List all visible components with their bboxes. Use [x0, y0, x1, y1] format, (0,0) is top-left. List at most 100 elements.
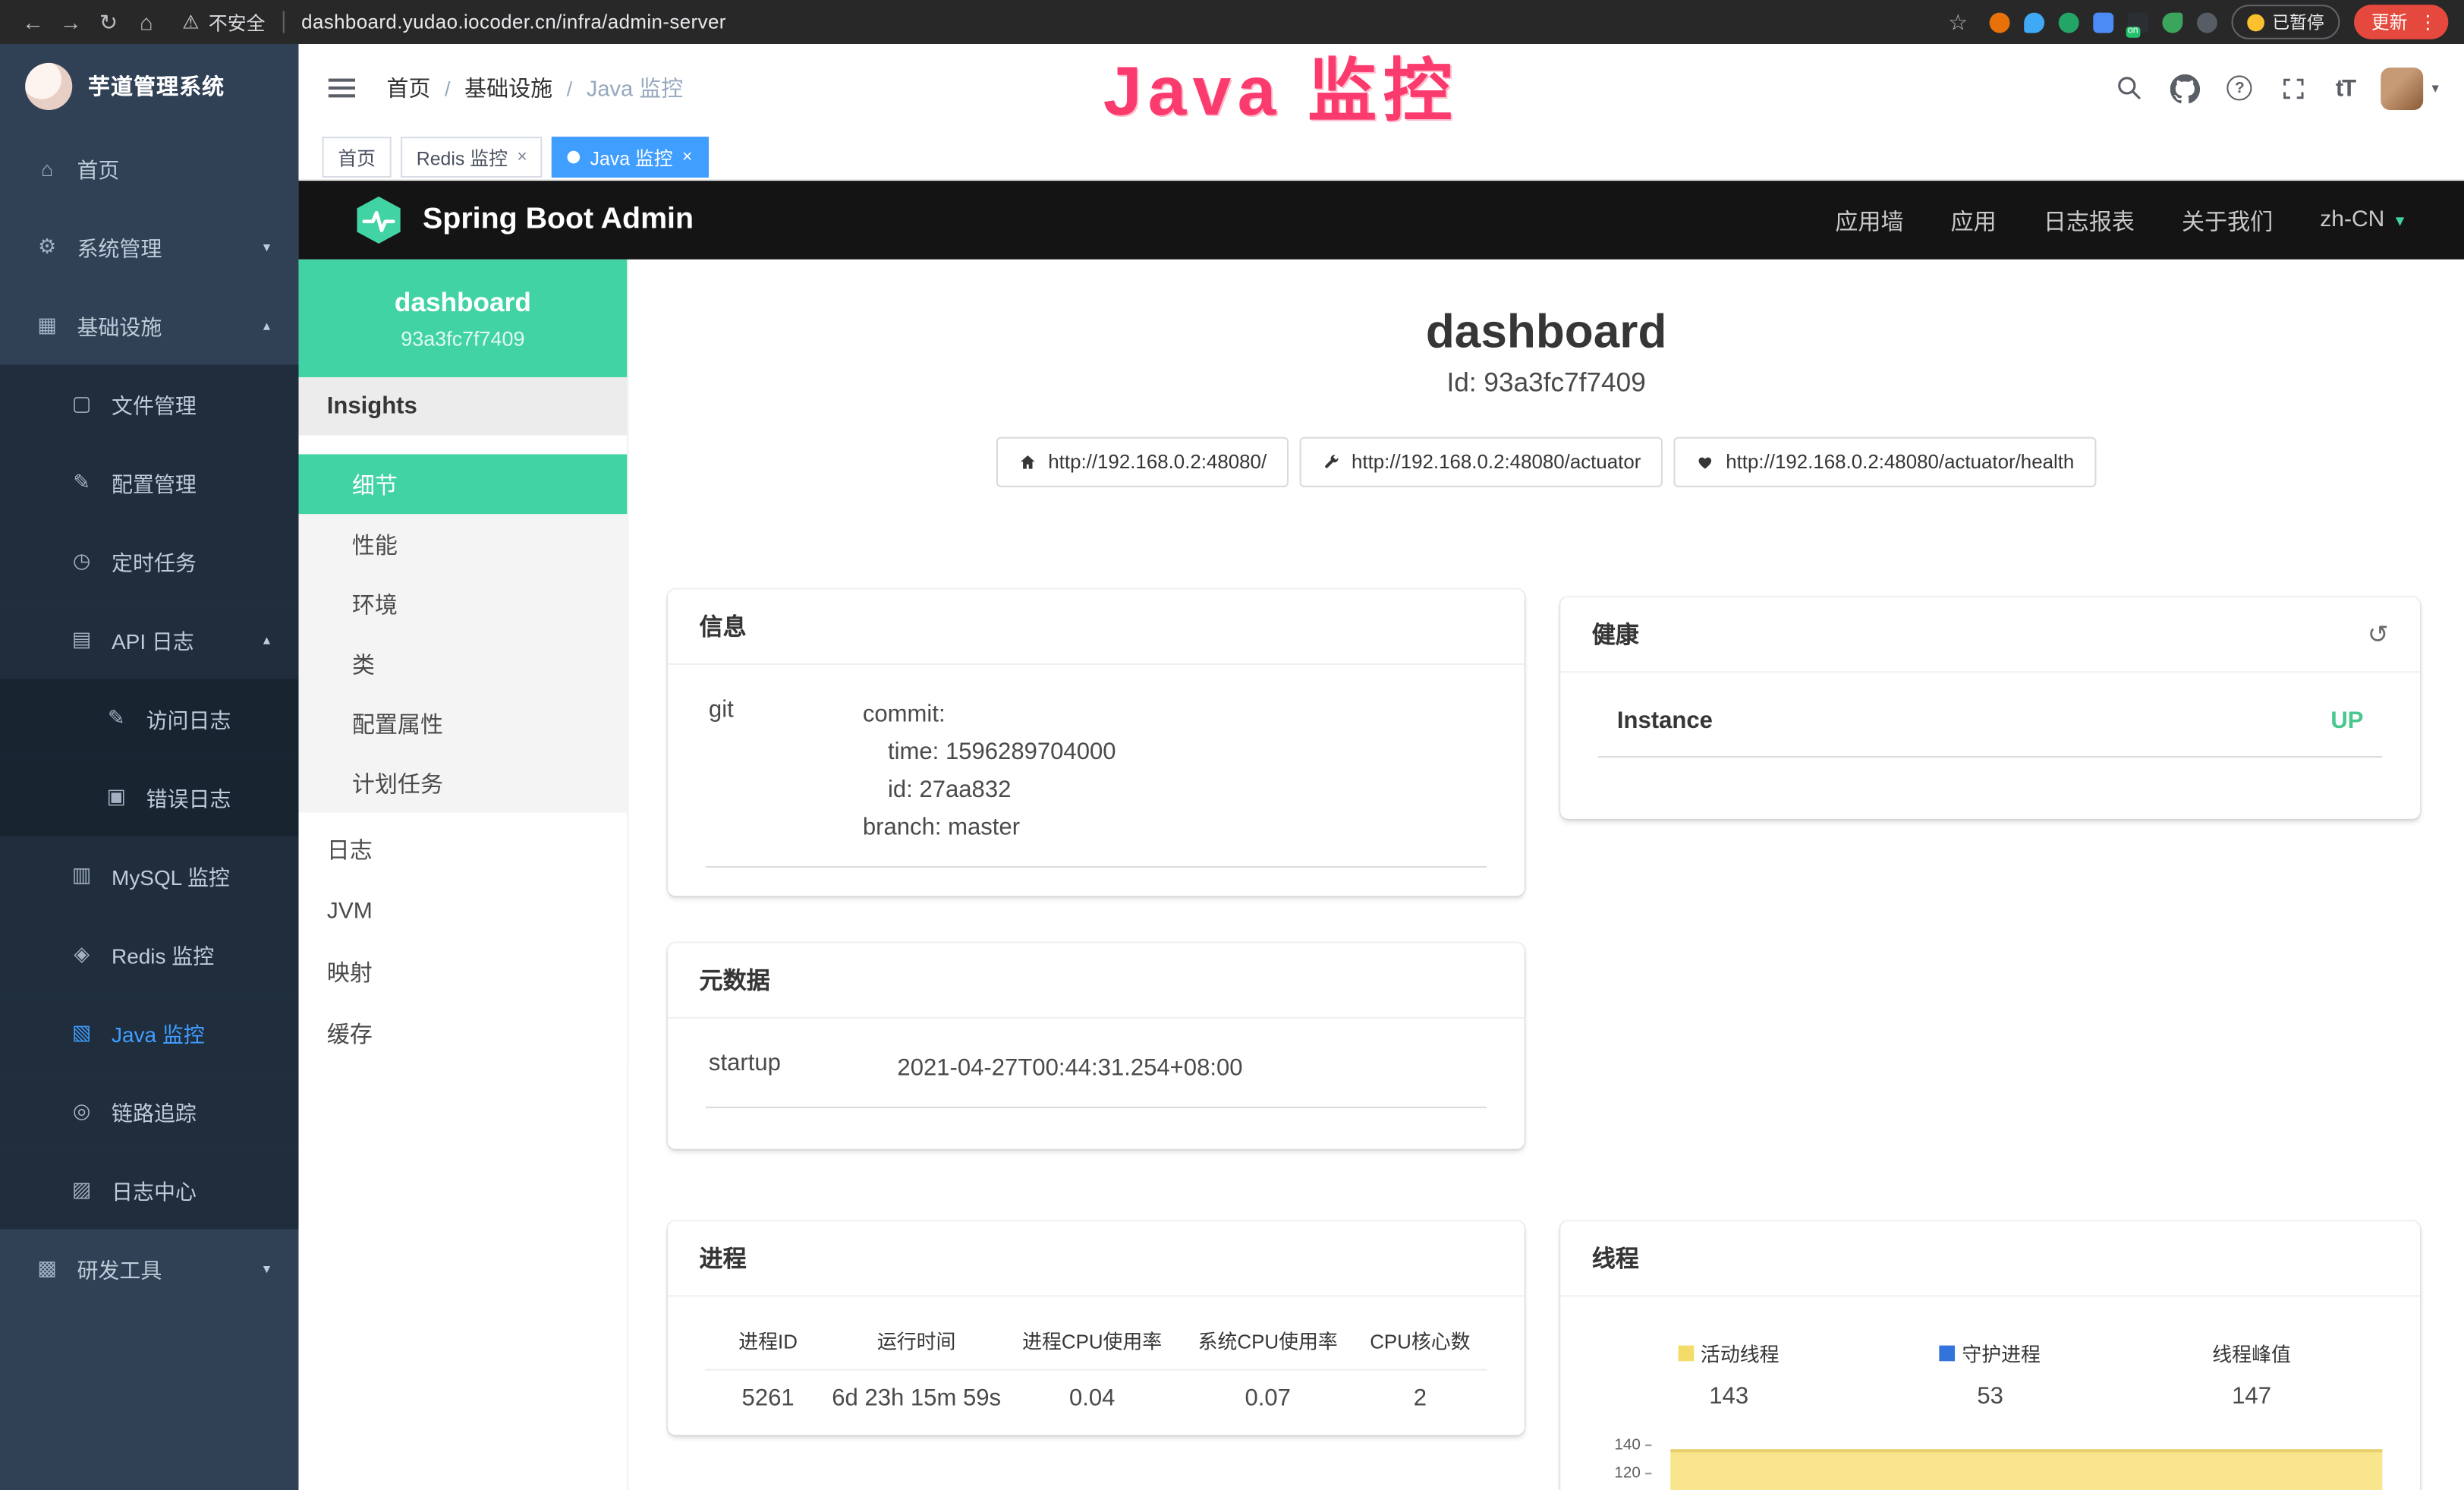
history-icon[interactable]: ↺: [2368, 619, 2389, 650]
paused-label: 已暂停: [2272, 9, 2324, 34]
font-size-icon[interactable]: tT: [2336, 74, 2355, 101]
sidebar-item-infrastructure[interactable]: ▦ 基础设施 ▴: [0, 286, 298, 365]
sidebar-item-file-management[interactable]: ▢ 文件管理: [0, 364, 298, 443]
health-url-button[interactable]: http://192.168.0.2:48080/actuator/health: [1674, 437, 2096, 487]
extension-icon-6[interactable]: [2162, 12, 2182, 33]
forward-icon[interactable]: →: [53, 9, 88, 34]
breadcrumb-home[interactable]: 首页: [386, 72, 430, 103]
sidebar-item-link-tracing[interactable]: ◎ 链路追踪: [0, 1072, 298, 1151]
sba-nav-wallboard[interactable]: 应用墙: [1835, 203, 1903, 236]
process-table: 进程ID 运行时间 进程CPU使用率 系统CPU使用率 CPU核心数 5261 …: [706, 1325, 1487, 1412]
actuator-url-button[interactable]: http://192.168.0.2:48080/actuator: [1300, 437, 1663, 487]
sidebar-item-system-management[interactable]: ⚙ 系统管理 ▾: [0, 207, 298, 286]
fullscreen-icon[interactable]: [2279, 73, 2308, 102]
sidebar-item-mysql-monitor[interactable]: ▥ MySQL 监控: [0, 836, 298, 915]
caret-down-icon: ▾: [2431, 80, 2438, 97]
user-menu[interactable]: ▾: [2381, 67, 2439, 109]
sba-item-jvm[interactable]: JVM: [298, 880, 627, 942]
process-table-header: 进程ID 运行时间 进程CPU使用率 系统CPU使用率 CPU核心数: [706, 1325, 1487, 1371]
sidebar-item-config-management[interactable]: ✎ 配置管理: [0, 443, 298, 522]
menu-kebab-icon[interactable]: ⋮: [2418, 11, 2437, 33]
service-url-button[interactable]: http://192.168.0.2:48080/: [996, 437, 1289, 487]
extension-icon-3[interactable]: [2059, 12, 2079, 33]
col-cpu-cores: CPU核心数: [1354, 1325, 1487, 1355]
git-id-line: id: 27aa832: [863, 772, 1116, 810]
avatar[interactable]: [2381, 67, 2424, 109]
url-text[interactable]: dashboard.yudao.iocoder.cn/infra/admin-s…: [301, 11, 726, 33]
browser-home-icon[interactable]: ⌂: [129, 9, 164, 34]
threads-card-header: 线程: [1560, 1221, 2420, 1296]
health-url: http://192.168.0.2:48080/actuator/health: [1726, 451, 2074, 473]
instance-label: Instance: [1617, 707, 1713, 734]
sidebar-item-access-logs[interactable]: ✎ 访问日志: [0, 679, 298, 758]
git-branch-line: branch: master: [863, 809, 1116, 847]
val-system-cpu: 0.07: [1182, 1384, 1354, 1411]
service-url: http://192.168.0.2:48080/: [1048, 451, 1267, 473]
sba-item-logs[interactable]: 日志: [298, 819, 627, 880]
breadcrumb-infrastructure[interactable]: 基础设施: [464, 72, 552, 103]
legend-daemon-threads: 守护进程 53: [1859, 1337, 2120, 1410]
extension-icon-7[interactable]: [2197, 12, 2217, 33]
legend-value: 143: [1598, 1383, 1859, 1410]
sidebar-item-home[interactable]: ⌂ 首页: [0, 129, 298, 208]
val-cpu-cores: 2: [1354, 1384, 1487, 1411]
paused-badge[interactable]: 已暂停: [2232, 5, 2340, 39]
legend-label: 线程峰值: [2212, 1337, 2291, 1367]
sba-item-details[interactable]: 细节: [298, 454, 627, 514]
sidebar-item-label: 配置管理: [112, 467, 197, 498]
tag-tabs-bar: 首页 Redis 监控 × Java 监控 ×: [298, 132, 2464, 181]
card-title: 元数据: [700, 963, 770, 996]
help-icon[interactable]: ?: [2227, 75, 2252, 100]
sba-item-caches[interactable]: 缓存: [298, 1003, 627, 1064]
col-pid: 进程ID: [706, 1325, 831, 1355]
sba-item-environment[interactable]: 环境: [298, 574, 627, 634]
extension-icon-2[interactable]: [2024, 12, 2044, 33]
sba-item-scheduled-tasks[interactable]: 计划任务: [298, 753, 627, 813]
sba-nav-journal[interactable]: 日志报表: [2044, 203, 2135, 236]
tab-home[interactable]: 首页: [323, 137, 392, 178]
sidebar-item-log-center[interactable]: ▨ 日志中心: [0, 1151, 298, 1230]
sidebar-item-java-monitor[interactable]: ▧ Java 监控: [0, 994, 298, 1073]
sba-main: dashboard Id: 93a3fc7f7409 http://192.16…: [628, 260, 2464, 1490]
sba-sidebar: dashboard 93a3fc7f7409 Insights 细节 性能 环境…: [298, 260, 628, 1490]
close-icon[interactable]: ×: [682, 149, 692, 166]
breadcrumb-current: Java 监控: [587, 72, 683, 103]
sba-nav-applications[interactable]: 应用: [1951, 203, 1997, 236]
sidebar-item-error-logs[interactable]: ▣ 错误日志: [0, 758, 298, 836]
search-icon[interactable]: [2114, 73, 2144, 102]
sidebar-item-label: 错误日志: [146, 781, 231, 812]
access-log-icon: ✎: [104, 706, 129, 731]
language-selector[interactable]: zh-CN ▾: [2320, 207, 2404, 232]
sidebar-item-redis-monitor[interactable]: ◈ Redis 监控: [0, 915, 298, 994]
extension-icon-1[interactable]: [1990, 12, 2010, 33]
app-logo[interactable]: 芋道管理系统: [0, 44, 298, 129]
sba-item-mappings[interactable]: 映射: [298, 941, 627, 1003]
wrench-icon: [1322, 452, 1341, 471]
close-icon[interactable]: ×: [517, 149, 527, 166]
tab-java-monitor[interactable]: Java 监控 ×: [552, 137, 708, 178]
instance-title: dashboard: [628, 307, 2464, 360]
val-pid: 5261: [706, 1384, 831, 1411]
edit-icon: ✎: [69, 470, 94, 495]
extension-icon-5[interactable]: [2128, 12, 2148, 33]
bookmark-star-icon[interactable]: ☆: [1940, 8, 1975, 35]
sba-item-performance[interactable]: 性能: [298, 514, 627, 574]
github-icon[interactable]: [2170, 73, 2200, 102]
sidebar-item-label: 研发工具: [77, 1252, 162, 1284]
extension-icon-4[interactable]: [2093, 12, 2113, 33]
sba-item-classes[interactable]: 类: [298, 634, 627, 694]
git-info-row: git commit: time: 1596289704000 id: 27aa…: [706, 693, 1487, 868]
sba-item-config-props[interactable]: 配置属性: [298, 693, 627, 753]
sidebar-item-dev-tools[interactable]: ▩ 研发工具 ▾: [0, 1229, 298, 1308]
sidebar-item-api-logs[interactable]: ▤ API 日志 ▴: [0, 600, 298, 679]
update-button[interactable]: 更新⋮: [2354, 5, 2448, 39]
hamburger-icon[interactable]: [327, 77, 355, 99]
address-bar[interactable]: ⚠ 不安全 dashboard.yudao.iocoder.cn/infra/a…: [182, 8, 726, 35]
sidebar-item-label: 首页: [77, 153, 119, 184]
back-icon[interactable]: ←: [16, 9, 51, 34]
sidebar-item-scheduled-tasks[interactable]: ◷ 定时任务: [0, 522, 298, 601]
reload-icon[interactable]: ↻: [91, 8, 126, 35]
card-title: 信息: [700, 610, 747, 642]
tab-redis-monitor[interactable]: Redis 监控 ×: [401, 137, 543, 178]
sba-nav-about[interactable]: 关于我们: [2182, 203, 2273, 236]
